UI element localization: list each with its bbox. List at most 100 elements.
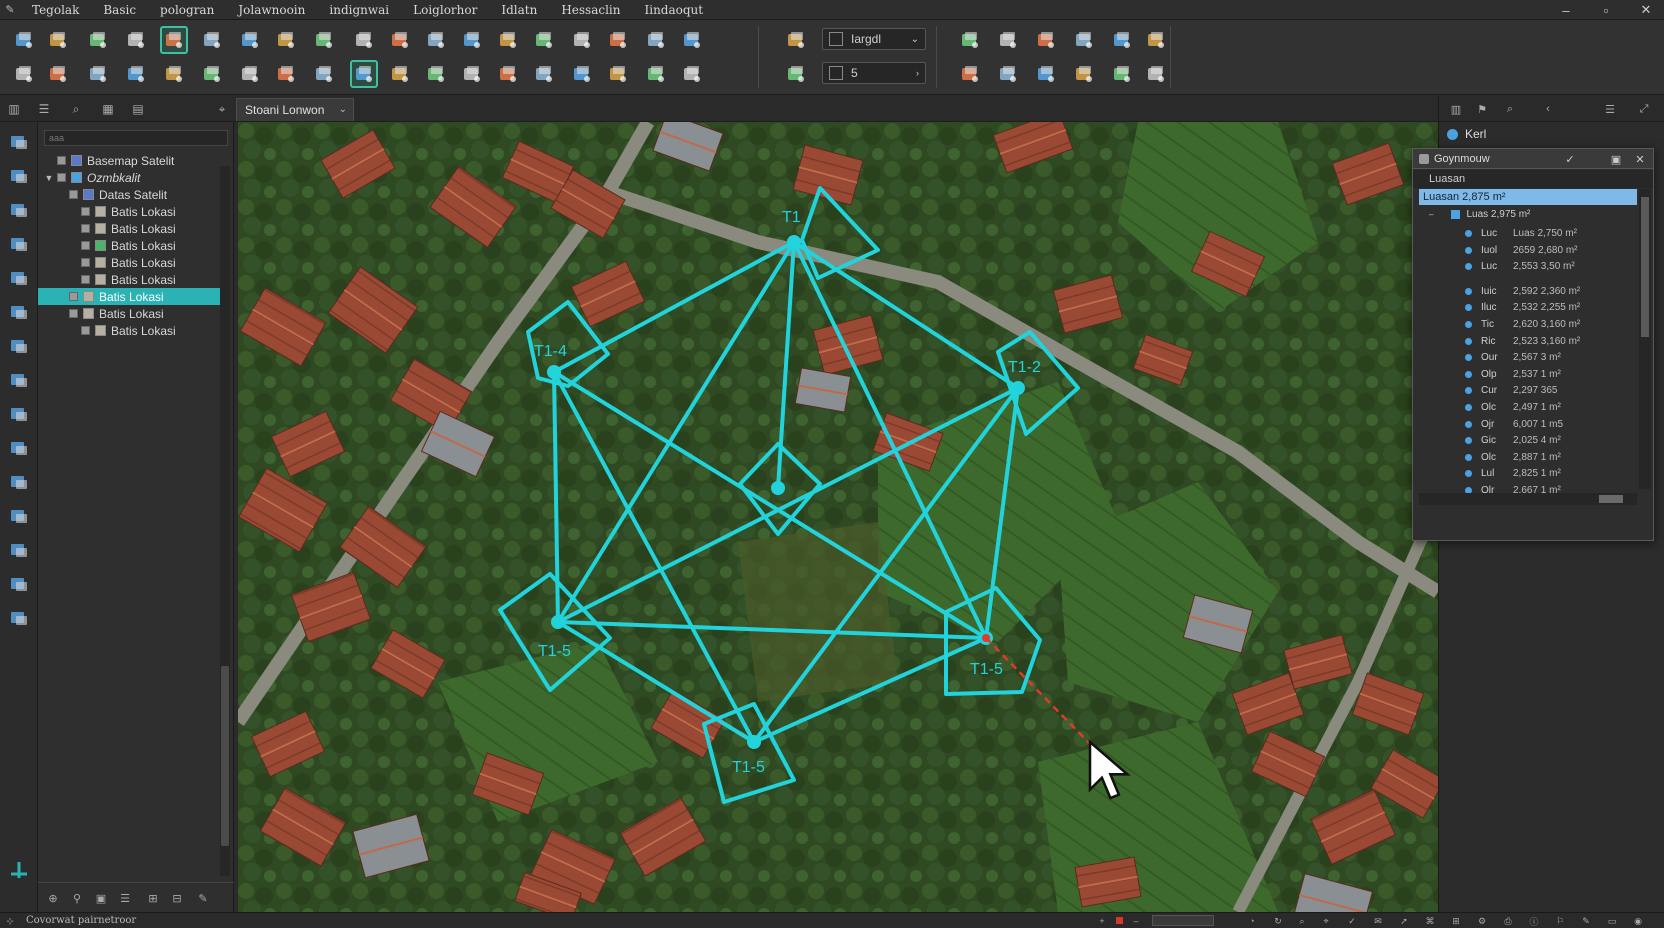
- layer-item[interactable]: Batis Lokasi: [38, 288, 220, 305]
- menu-item[interactable]: pologran: [148, 0, 226, 20]
- chat-icon[interactable]: ✎: [1580, 915, 1592, 927]
- close-icon[interactable]: ✕: [1633, 152, 1647, 166]
- float-icon[interactable]: ▣: [1609, 152, 1623, 166]
- layer-visibility-checkbox[interactable]: [57, 156, 66, 165]
- minimize-button[interactable]: –: [1548, 0, 1584, 20]
- analysis-icon[interactable]: [956, 26, 984, 54]
- add-vector-icon[interactable]: [7, 198, 31, 222]
- add-wms-icon[interactable]: [7, 300, 31, 324]
- collapse-icon[interactable]: ⊟: [170, 891, 184, 905]
- print-icon[interactable]: ⎙: [1502, 915, 1514, 927]
- pattern-icon[interactable]: [1142, 60, 1170, 88]
- result-row[interactable]: Iuol 2659 2,680 m²: [1413, 242, 1635, 259]
- map-canvas-icon[interactable]: [160, 26, 188, 54]
- scroll-thumb[interactable]: [1641, 197, 1649, 337]
- layer-visibility-checkbox[interactable]: [69, 190, 78, 199]
- pin-icon[interactable]: ⌖: [214, 101, 230, 117]
- add-wms-icon[interactable]: [422, 26, 450, 54]
- print-layout-icon[interactable]: [530, 26, 558, 54]
- magnifier-icon[interactable]: ⌕: [1296, 915, 1308, 927]
- new-project-icon[interactable]: [7, 130, 31, 154]
- cad-tools-icon[interactable]: [782, 26, 810, 54]
- list-icon[interactable]: ☰: [36, 101, 52, 117]
- edit-icon[interactable]: [236, 60, 264, 88]
- scroll-thumb[interactable]: [221, 666, 229, 846]
- layer-visibility-checkbox[interactable]: [81, 258, 90, 267]
- dock-panel-icon[interactable]: ▥: [1449, 102, 1463, 116]
- add-delimited-icon[interactable]: [7, 402, 31, 426]
- add-db-icon[interactable]: [7, 266, 31, 290]
- vertex-marker[interactable]: [771, 481, 785, 495]
- result-row[interactable]: Luc 2,553 3,50 m²: [1413, 258, 1635, 275]
- grid-tool-icon[interactable]: [386, 60, 414, 88]
- result-row[interactable]: Olp 2,537 1 m²: [1413, 366, 1635, 383]
- scroll-thumb[interactable]: [1599, 495, 1623, 503]
- vertex-tool-icon[interactable]: [272, 60, 300, 88]
- layer-visibility-checkbox[interactable]: [81, 326, 90, 335]
- zoom-icon[interactable]: ⌕: [1503, 102, 1517, 116]
- render-stop-icon[interactable]: [1116, 917, 1123, 924]
- new-map-icon[interactable]: [568, 26, 596, 54]
- export-icon[interactable]: [956, 60, 984, 88]
- zoom-icon[interactable]: ⌕: [68, 101, 84, 117]
- pointer-tool-icon[interactable]: [350, 60, 378, 88]
- grid-icon[interactable]: ⊞: [1450, 915, 1462, 927]
- lock-icon[interactable]: ◔: [1246, 915, 1258, 927]
- vertex-marker[interactable]: [787, 235, 801, 249]
- spatial-query-icon[interactable]: [458, 26, 486, 54]
- result-row[interactable]: Luc Luas 2,750 m²: [1413, 225, 1635, 242]
- result-row[interactable]: Gic 2,025 4 m²: [1413, 432, 1635, 449]
- locate-icon[interactable]: [1032, 60, 1060, 88]
- vertex-marker[interactable]: [547, 365, 561, 379]
- maximize-button[interactable]: ▫: [1588, 0, 1624, 20]
- layer-item[interactable]: Batis Lokasi: [38, 322, 220, 339]
- add-virtual-icon[interactable]: [7, 436, 31, 460]
- clipboard-icon[interactable]: [604, 60, 632, 88]
- add-csv-icon[interactable]: [7, 368, 31, 392]
- result-row[interactable]: Our 2,567 3 m²: [1413, 349, 1635, 366]
- layer-item[interactable]: Basemap Satelit: [38, 152, 220, 169]
- scatter-icon[interactable]: [994, 60, 1022, 88]
- add-mesh-icon[interactable]: [7, 504, 31, 528]
- tab-map[interactable]: Stoani Lonwon ⌄: [236, 98, 354, 121]
- add-raster-icon[interactable]: [7, 232, 31, 256]
- layer-item[interactable]: Batis Lokasi: [38, 220, 220, 237]
- undock-icon[interactable]: ⤢: [1637, 102, 1651, 116]
- add-layer-icon[interactable]: ⊕: [46, 891, 60, 905]
- info-icon[interactable]: ⓘ: [1528, 915, 1540, 927]
- layer-item[interactable]: Batis Lokasi: [38, 254, 220, 271]
- layer-item[interactable]: Batis Lokasi: [38, 203, 220, 220]
- layer-visibility-checkbox[interactable]: [69, 292, 78, 301]
- refresh-icon[interactable]: [494, 26, 522, 54]
- mask-icon[interactable]: [1108, 26, 1136, 54]
- layers-scrollbar[interactable]: [220, 166, 230, 876]
- layer-search-input[interactable]: aaa: [44, 130, 228, 146]
- menu-item[interactable]: Basic: [91, 0, 148, 20]
- layer-item[interactable]: Batis Lokasi: [38, 271, 220, 288]
- results-selected-row[interactable]: Luasan 2,875 m²: [1419, 189, 1637, 205]
- window-icon[interactable]: ▭: [1606, 915, 1618, 927]
- new-layer-icon[interactable]: [160, 60, 188, 88]
- graph-icon[interactable]: [1070, 26, 1098, 54]
- map-canvas[interactable]: T1 T1-4 T1-2 T1-5 T1-5 T1-5: [238, 122, 1438, 912]
- crs-icon[interactable]: ⌖: [1320, 915, 1332, 927]
- vertex-marker[interactable]: [747, 735, 761, 749]
- menu-icon[interactable]: ☰: [1603, 102, 1617, 116]
- render-icon[interactable]: ✓: [1346, 915, 1358, 927]
- vertex-marker[interactable]: [1011, 381, 1025, 395]
- label-icon[interactable]: [458, 60, 486, 88]
- filter-icon[interactable]: ⚲: [70, 891, 84, 905]
- result-row[interactable]: Iluc 2,532 2,255 m²: [1413, 299, 1635, 316]
- panel-layout-icon[interactable]: ▥: [6, 101, 22, 117]
- results-tree-node[interactable]: – Luas 2,975 m²: [1419, 207, 1530, 222]
- pen-icon[interactable]: [1108, 60, 1136, 88]
- rotate-icon[interactable]: ↻: [1272, 915, 1284, 927]
- close-window-button[interactable]: ✕: [1628, 0, 1664, 20]
- settings-icon[interactable]: ⚙: [1476, 915, 1488, 927]
- open-folder-icon[interactable]: [7, 572, 31, 596]
- layer-item[interactable]: Batis Lokasi: [38, 237, 220, 254]
- messages-icon[interactable]: ✉: [1372, 915, 1384, 927]
- menu-item[interactable]: Jolawnooin: [226, 0, 317, 20]
- remove-layer-icon[interactable]: ✎: [196, 891, 210, 905]
- vertex-marker[interactable]: [551, 615, 565, 629]
